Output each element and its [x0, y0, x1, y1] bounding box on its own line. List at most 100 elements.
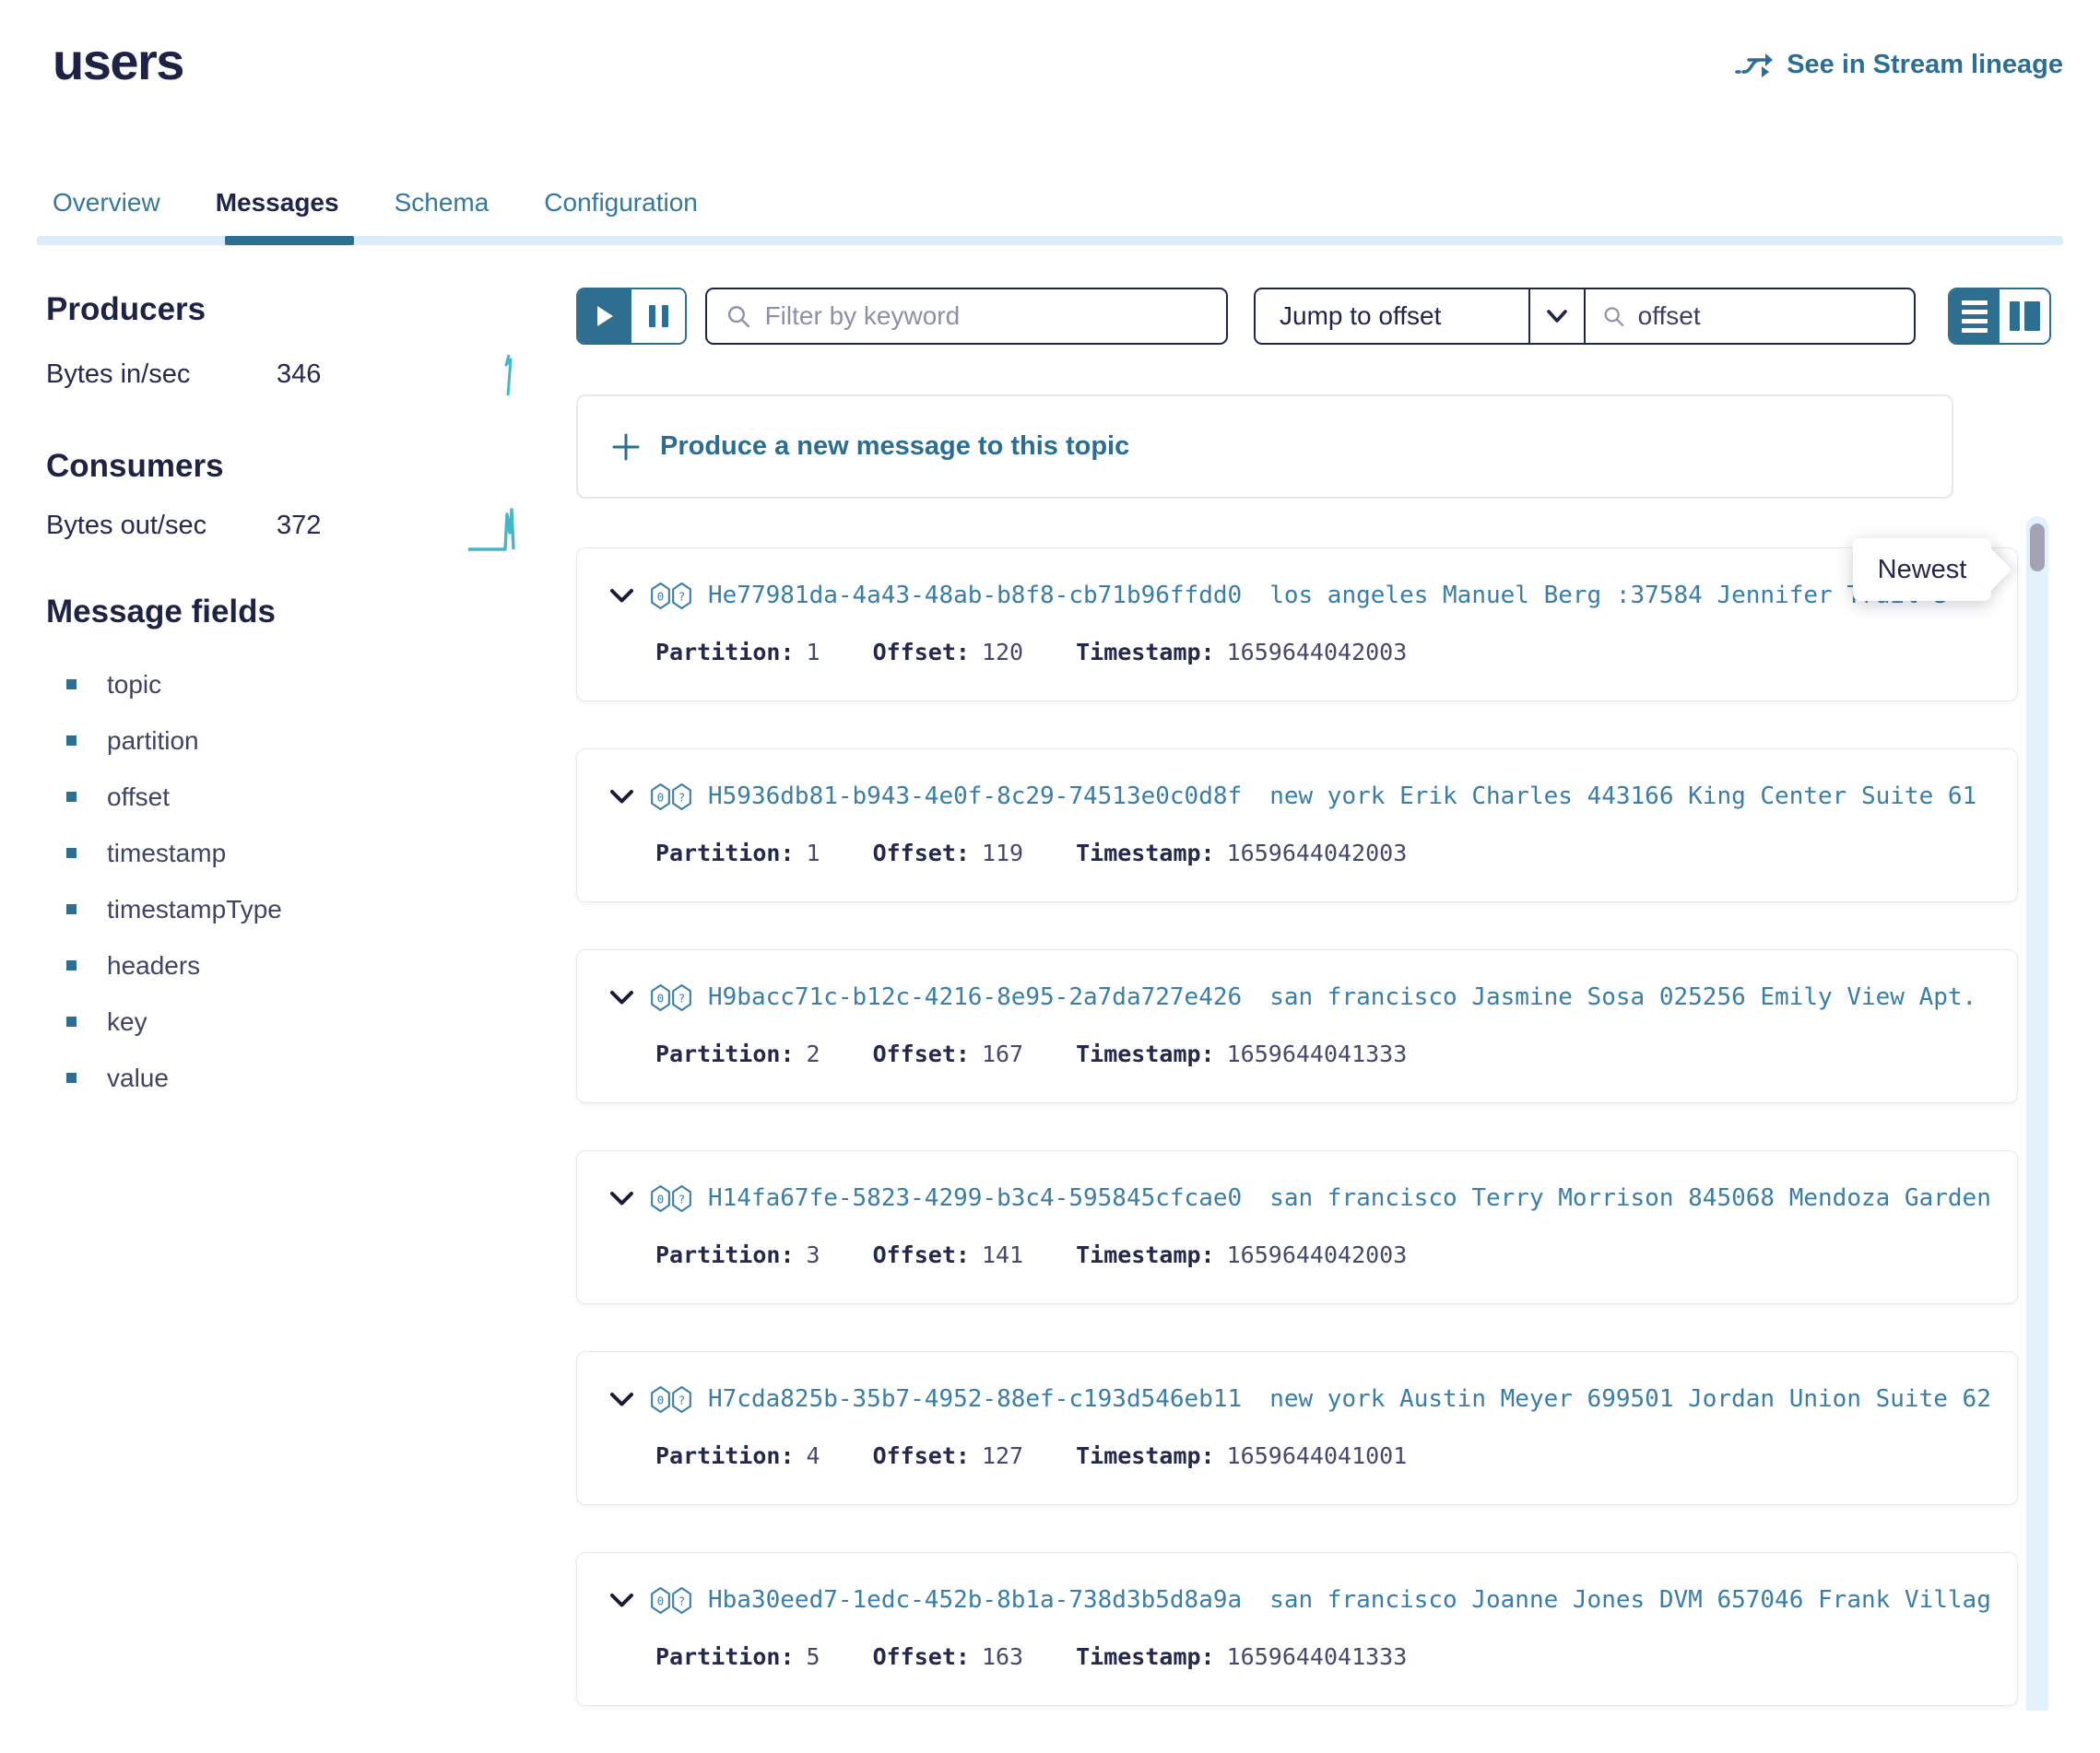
produce-message-button[interactable]: Produce a new message to this topic — [576, 394, 1953, 499]
tab-schema[interactable]: Schema — [395, 188, 490, 218]
chevron-down-icon[interactable] — [609, 789, 634, 805]
offset-search-input[interactable] — [1638, 301, 1897, 331]
view-toggle-group — [1948, 288, 2051, 345]
message-list: 0 ? He77981da-4a43-48ab-b8f8-cb71b96ffdd… — [576, 547, 2051, 1706]
message-value[interactable]: los angeles Manuel Berg :37584 Jennifer … — [1269, 582, 1948, 609]
field-item-offset[interactable]: offset — [66, 769, 282, 825]
bullet-icon — [66, 848, 77, 858]
svg-text:?: ? — [678, 1594, 685, 1607]
messages-panel: Jump to offset — [576, 288, 2051, 1753]
chevron-down-icon[interactable] — [609, 1593, 634, 1608]
scrollbar-track[interactable] — [2026, 516, 2048, 1711]
offset-meta: Offset:120 — [873, 639, 1024, 665]
message-key[interactable]: He77981da-4a43-48ab-b8f8-cb71b96ffdd0 — [708, 582, 1242, 609]
bytes-in-sparkline — [498, 352, 520, 398]
field-label: timestamp — [107, 839, 226, 868]
message-value[interactable]: san francisco Terry Morrison 845068 Mend… — [1269, 1184, 1989, 1212]
offset-meta: Offset:119 — [873, 840, 1024, 866]
offset-meta: Offset:167 — [873, 1041, 1024, 1067]
bytes-in-value: 346 — [277, 359, 321, 390]
message-card: 0 ? He77981da-4a43-48ab-b8f8-cb71b96ffdd… — [576, 547, 2018, 701]
tab-configuration[interactable]: Configuration — [544, 188, 698, 218]
field-label: partition — [107, 726, 199, 756]
partition-meta: Partition:4 — [655, 1442, 820, 1469]
newest-tooltip: Newest — [1853, 538, 1991, 601]
filter-box — [705, 288, 1228, 345]
timestamp-meta: Timestamp:1659644042003 — [1076, 1241, 1407, 1268]
timestamp-meta: Timestamp:1659644041333 — [1076, 1041, 1407, 1067]
svg-text:0: 0 — [657, 1192, 664, 1206]
message-card: 0 ? Hba30eed7-1edc-452b-8b1a-738d3b5d8a9… — [576, 1552, 2018, 1706]
svg-text:0: 0 — [657, 1393, 664, 1406]
column-view-icon — [2010, 301, 2040, 331]
field-item-topic[interactable]: topic — [66, 656, 282, 712]
scrollbar-thumb[interactable] — [2030, 524, 2045, 571]
message-key[interactable]: Hba30eed7-1edc-452b-8b1a-738d3b5d8a9a — [708, 1586, 1242, 1614]
stream-lineage-icon — [1735, 52, 1774, 79]
column-view-button[interactable] — [2000, 289, 2049, 343]
jump-to-offset-select[interactable]: Jump to offset — [1256, 289, 1528, 343]
message-value[interactable]: new york Erik Charles 443166 King Center… — [1269, 782, 1989, 810]
partition-meta: Partition:1 — [655, 840, 820, 866]
timestamp-meta: Timestamp:1659644042003 — [1076, 639, 1407, 665]
bullet-icon — [66, 904, 77, 914]
bytes-out-label: Bytes out/sec — [46, 511, 206, 541]
tab-bar: Overview Messages Schema Configuration — [53, 188, 698, 218]
svg-text:0: 0 — [657, 790, 664, 804]
message-value[interactable]: san francisco Joanne Jones DVM 657046 Fr… — [1269, 1586, 1989, 1614]
offset-meta: Offset:163 — [873, 1643, 1024, 1670]
unknown-char-icon: 0 ? — [651, 984, 691, 1011]
search-icon — [1602, 303, 1625, 329]
unknown-char-icon: 0 ? — [651, 1185, 691, 1212]
timestamp-meta: Timestamp:1659644041333 — [1076, 1643, 1407, 1670]
field-item-value[interactable]: value — [66, 1050, 282, 1106]
message-key[interactable]: H9bacc71c-b12c-4216-8e95-2a7da727e426 — [708, 983, 1242, 1011]
stream-lineage-link[interactable]: See in Stream lineage — [1735, 50, 2063, 80]
timestamp-meta: Timestamp:1659644042003 — [1076, 840, 1407, 866]
field-item-key[interactable]: key — [66, 994, 282, 1050]
offset-search-box — [1584, 289, 1914, 343]
offset-meta: Offset:127 — [873, 1442, 1024, 1469]
page-title: users — [53, 31, 183, 91]
field-label: key — [107, 1007, 147, 1037]
field-item-timestamp[interactable]: timestamp — [66, 825, 282, 881]
message-key[interactable]: H5936db81-b943-4e0f-8c29-74513e0c0d8f — [708, 782, 1242, 810]
chevron-down-icon[interactable] — [609, 1392, 634, 1407]
field-item-partition[interactable]: partition — [66, 712, 282, 769]
chevron-down-icon[interactable] — [609, 588, 634, 604]
pause-button[interactable] — [631, 289, 685, 343]
chevron-down-icon[interactable] — [609, 1191, 634, 1206]
field-label: headers — [107, 951, 200, 981]
pause-icon — [649, 305, 668, 327]
field-item-timestamptype[interactable]: timestampType — [66, 881, 282, 937]
field-label: value — [107, 1064, 169, 1093]
tab-overview[interactable]: Overview — [53, 188, 160, 218]
tab-messages[interactable]: Messages — [216, 188, 339, 218]
consumers-heading: Consumers — [46, 448, 224, 485]
bullet-icon — [66, 1073, 77, 1083]
svg-text:?: ? — [678, 589, 685, 603]
bytes-out-value: 372 — [277, 511, 321, 541]
field-item-headers[interactable]: headers — [66, 937, 282, 994]
producers-heading: Producers — [46, 291, 206, 328]
svg-text:?: ? — [678, 1192, 685, 1206]
message-fields-heading: Message fields — [46, 594, 276, 630]
select-chevron-button[interactable] — [1528, 289, 1584, 343]
list-view-button[interactable] — [1950, 289, 2000, 343]
svg-text:0: 0 — [657, 991, 664, 1005]
filter-keyword-input[interactable] — [765, 301, 1208, 331]
jump-to-offset-group: Jump to offset — [1254, 288, 1916, 345]
search-icon — [726, 302, 751, 330]
message-value[interactable]: san francisco Jasmine Sosa 025256 Emily … — [1269, 983, 1989, 1011]
message-key[interactable]: H14fa67fe-5823-4299-b3c4-595845cfcae0 — [708, 1184, 1242, 1212]
stream-lineage-label: See in Stream lineage — [1787, 50, 2063, 80]
play-button[interactable] — [578, 289, 631, 343]
message-value[interactable]: new york Austin Meyer 699501 Jordan Unio… — [1269, 1385, 1989, 1413]
svg-text:?: ? — [678, 991, 685, 1005]
message-card: 0 ? H5936db81-b943-4e0f-8c29-74513e0c0d8… — [576, 748, 2018, 902]
list-view-icon — [1962, 300, 1988, 333]
message-key[interactable]: H7cda825b-35b7-4952-88ef-c193d546eb11 — [708, 1385, 1242, 1413]
partition-meta: Partition:1 — [655, 639, 820, 665]
chevron-down-icon[interactable] — [609, 990, 634, 1006]
play-pause-group — [576, 288, 687, 345]
